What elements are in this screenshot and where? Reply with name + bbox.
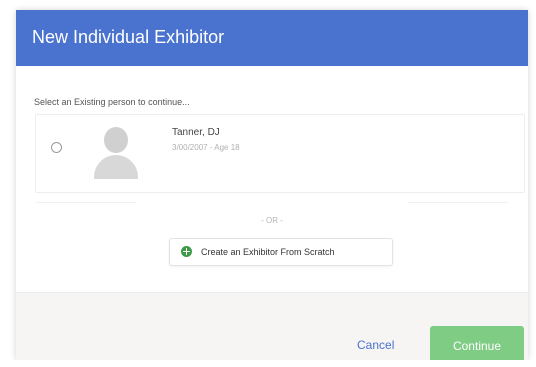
dialog-footer: Cancel Continue [16, 292, 528, 360]
continue-button[interactable]: Continue [430, 326, 524, 360]
create-exhibitor-from-scratch-button[interactable]: Create an Exhibitor From Scratch [169, 238, 393, 266]
cancel-button[interactable]: Cancel [357, 338, 394, 352]
instruction-text: Select an Existing person to continue... [34, 97, 190, 107]
plus-circle-icon [181, 246, 192, 257]
bottom-edge [0, 360, 536, 367]
dialog-title: New Individual Exhibitor [32, 27, 225, 47]
person-name: Tanner, DJ [172, 127, 220, 138]
dialog-header: New Individual Exhibitor [16, 10, 528, 66]
avatar-head [104, 127, 128, 153]
new-individual-exhibitor-dialog: New Individual Exhibitor Select an Exist… [16, 10, 528, 360]
or-separator: - OR - [261, 216, 283, 225]
radio-unchecked-icon[interactable] [51, 142, 62, 153]
person-details: 3/00/2007 - Age 18 [172, 143, 240, 152]
avatar-body [94, 155, 138, 179]
divider-right [408, 202, 508, 203]
person-placeholder-icon [91, 121, 141, 179]
person-option-card[interactable]: Tanner, DJ 3/00/2007 - Age 18 [35, 114, 525, 193]
divider-left [36, 202, 136, 203]
create-exhibitor-label: Create an Exhibitor From Scratch [201, 247, 335, 257]
dialog-body: Select an Existing person to continue...… [16, 66, 528, 292]
